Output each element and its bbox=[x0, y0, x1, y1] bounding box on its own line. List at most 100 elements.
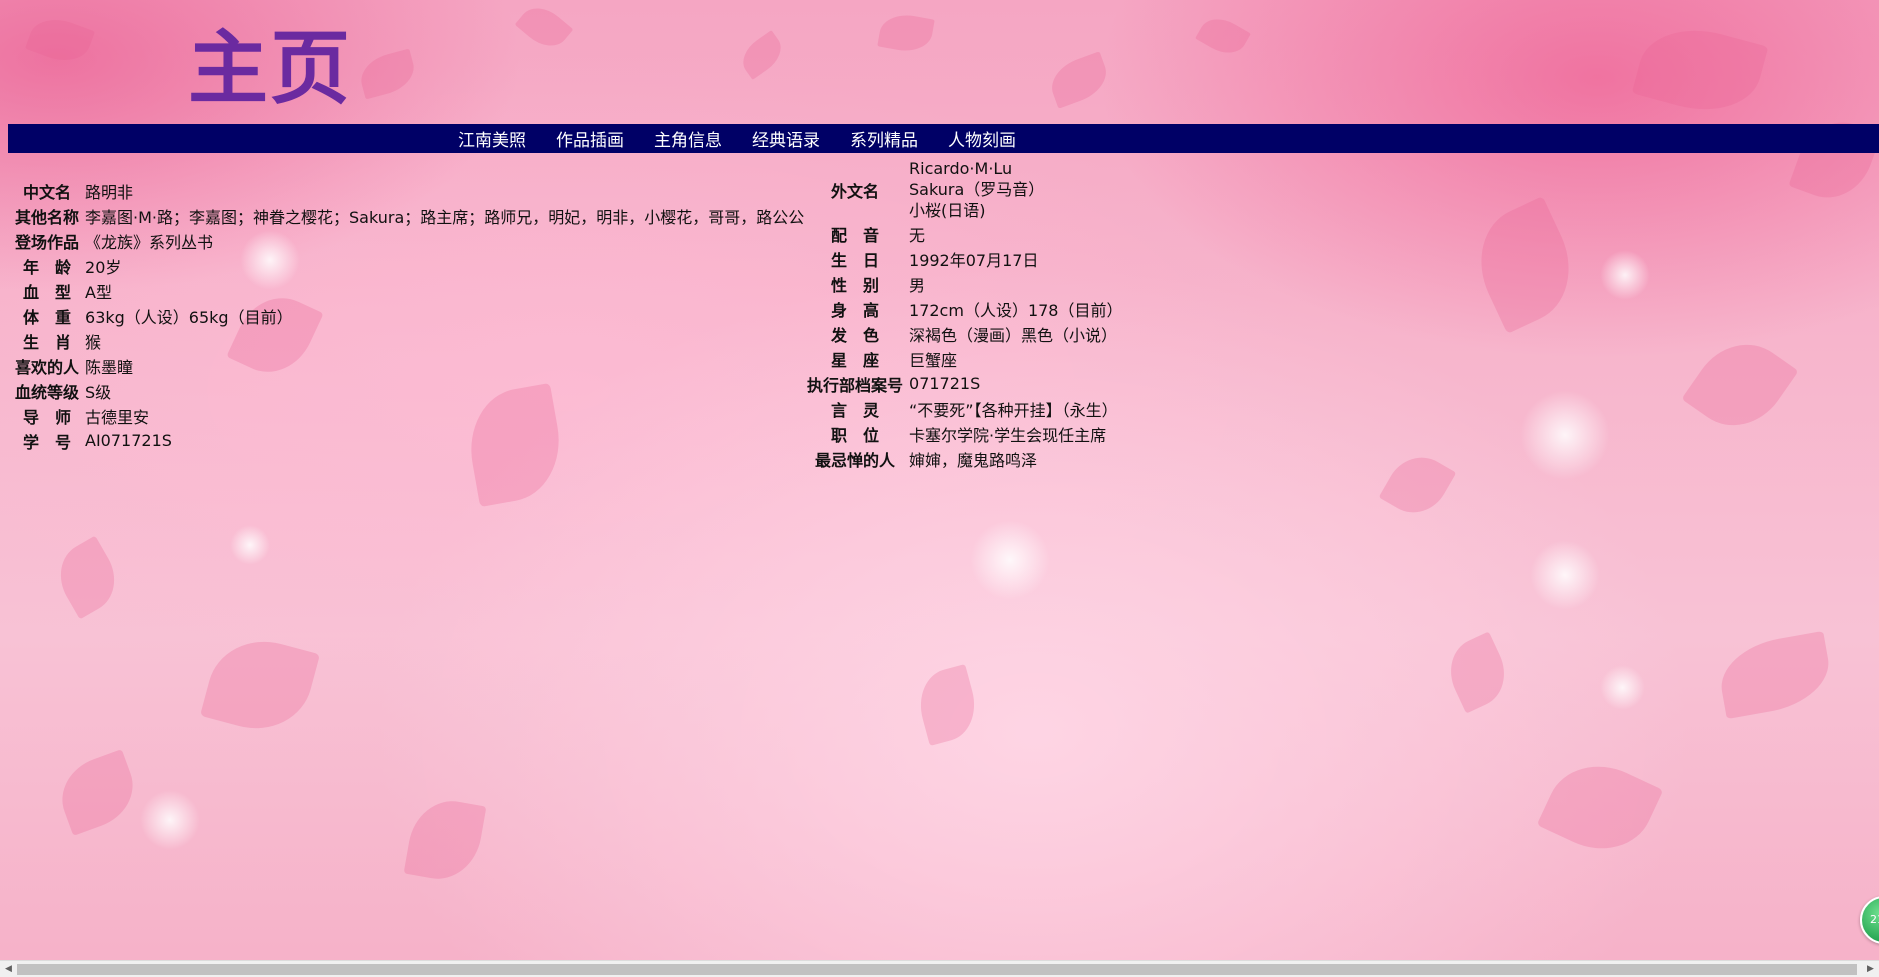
info-key: 生 肖 bbox=[23, 332, 72, 352]
right-info-table: 外文名 Ricardo·M·Lu Sakura（罗马音） 小桜(日语) 配 音 无… bbox=[804, 158, 1125, 471]
info-value: 陈墨瞳 bbox=[85, 357, 134, 377]
info-row: 执行部档案号 071721S bbox=[804, 371, 1125, 396]
floating-badge-button[interactable]: 21 bbox=[1860, 896, 1879, 944]
info-row: 中文名 路明非 bbox=[12, 178, 807, 203]
petal-decoration bbox=[1195, 10, 1251, 62]
petal-decoration bbox=[47, 535, 128, 620]
bokeh-decoration bbox=[1600, 250, 1650, 300]
petal-decoration bbox=[911, 664, 984, 746]
info-row: 发 色 深褐色（漫画）黑色（小说） bbox=[804, 321, 1125, 346]
info-key: 体 重 bbox=[23, 307, 72, 327]
info-value: 李嘉图·M·路；李嘉图；神眷之樱花；Sakura；路主席；路师兄，明妃，明非，小… bbox=[85, 207, 805, 227]
nav-item-series-highlights[interactable]: 系列精品 bbox=[850, 126, 918, 151]
info-value: 071721S bbox=[909, 374, 981, 393]
foreign-name-line: Sakura（罗马音） bbox=[909, 180, 1045, 199]
info-row: 配 音无 bbox=[804, 221, 1125, 246]
petal-decoration bbox=[1681, 325, 1799, 445]
info-key: 血统等级 bbox=[15, 382, 80, 402]
page-title: 主页 bbox=[188, 22, 352, 115]
scrollbar-thumb[interactable] bbox=[17, 964, 1857, 975]
info-key: 执行部档案号 bbox=[807, 375, 904, 395]
info-key: 登场作品 bbox=[15, 232, 80, 252]
info-row: 外文名 Ricardo·M·Lu Sakura（罗马音） 小桜(日语) bbox=[804, 158, 1125, 221]
bokeh-decoration bbox=[1600, 665, 1645, 710]
info-value: 20岁 bbox=[85, 257, 122, 277]
info-key: 外文名 bbox=[831, 181, 880, 201]
info-row: 职 位 卡塞尔学院·学生会现任主席 bbox=[804, 421, 1125, 446]
info-row: 体 重 63kg（人设）65kg（目前） bbox=[12, 303, 807, 328]
horizontal-scrollbar[interactable]: ◀ ▶ bbox=[0, 960, 1879, 977]
nav-item-character-portrayal[interactable]: 人物刻画 bbox=[948, 126, 1016, 151]
nav-item-protagonist-info[interactable]: 主角信息 bbox=[654, 126, 722, 151]
info-row: 其他名称 李嘉图·M·路；李嘉图；神眷之樱花；Sakura；路主席；路师兄，明妃，… bbox=[12, 203, 807, 228]
info-row: 生 肖猴 bbox=[12, 328, 807, 353]
nav-items: 江南美照 作品插画 主角信息 经典语录 系列精品 人物刻画 bbox=[458, 124, 1046, 153]
info-key: 最忌惮的人 bbox=[815, 450, 896, 470]
info-value: 172cm（人设）178（目前） bbox=[909, 300, 1123, 320]
nav-bar: 江南美照 作品插画 主角信息 经典语录 系列精品 人物刻画 bbox=[8, 124, 1879, 153]
info-value: 路明非 bbox=[85, 182, 134, 202]
info-key: 配 音 bbox=[831, 225, 880, 245]
info-row: 最忌惮的人 婶婶，魔鬼路鸣泽 bbox=[804, 446, 1125, 471]
bokeh-decoration bbox=[140, 790, 200, 850]
info-key: 年 龄 bbox=[23, 257, 72, 277]
info-value: AI071721S bbox=[85, 431, 172, 450]
petal-decoration bbox=[735, 30, 789, 80]
info-key: 星 座 bbox=[831, 350, 880, 370]
info-row: 血 型 A型 bbox=[12, 278, 807, 303]
left-info-table: 中文名 路明非 其他名称 李嘉图·M·路；李嘉图；神眷之樱花；Sakura；路主席；… bbox=[12, 178, 807, 453]
info-row: 血统等级 S级 bbox=[12, 378, 807, 403]
floating-badge-text: 21 bbox=[1870, 913, 1879, 926]
petal-decoration bbox=[51, 749, 144, 836]
info-row: 身 高 172cm（人设）178（目前） bbox=[804, 296, 1125, 321]
info-value: 古德里安 bbox=[85, 407, 150, 427]
info-key: 导 师 bbox=[23, 407, 72, 427]
petal-decoration bbox=[24, 10, 96, 70]
petal-decoration bbox=[877, 10, 935, 56]
foreign-name-value: Ricardo·M·Lu Sakura（罗马音） 小桜(日语) bbox=[906, 158, 1125, 221]
info-row: 言 灵 “不要死”【各种开挂】（永生） bbox=[804, 396, 1125, 421]
info-value: 猴 bbox=[85, 332, 102, 352]
info-value: A型 bbox=[85, 282, 112, 302]
info-key: 学 号 bbox=[23, 432, 72, 452]
info-row: 生 日 1992年07月17日 bbox=[804, 246, 1125, 271]
petal-decoration bbox=[1460, 196, 1590, 334]
petal-decoration bbox=[1536, 747, 1664, 868]
foreign-name-line: Ricardo·M·Lu bbox=[909, 159, 1013, 178]
info-value: “不要死”【各种开挂】（永生） bbox=[909, 400, 1118, 420]
info-value: 《龙族》系列丛书 bbox=[85, 232, 214, 252]
info-value: 巨蟹座 bbox=[909, 350, 958, 370]
info-key: 其他名称 bbox=[15, 207, 80, 227]
info-value: 1992年07月17日 bbox=[909, 250, 1039, 270]
info-row: 性 别男 bbox=[804, 271, 1125, 296]
info-value: 婶婶，魔鬼路鸣泽 bbox=[909, 450, 1038, 470]
scroll-left-arrow-icon[interactable]: ◀ bbox=[0, 961, 17, 977]
petal-decoration bbox=[200, 628, 320, 742]
info-key: 职 位 bbox=[831, 425, 880, 445]
foreign-name-line: 小桜(日语) bbox=[909, 201, 986, 220]
bokeh-decoration bbox=[1530, 540, 1600, 610]
petal-decoration bbox=[403, 794, 487, 886]
info-value: 63kg（人设）65kg（目前） bbox=[85, 307, 293, 327]
info-row: 喜欢的人 陈墨瞳 bbox=[12, 353, 807, 378]
scroll-right-arrow-icon[interactable]: ▶ bbox=[1862, 961, 1879, 977]
info-row: 学 号 AI071721S bbox=[12, 428, 807, 453]
petal-decoration bbox=[1044, 51, 1114, 109]
info-value: 深褐色（漫画）黑色（小说） bbox=[909, 325, 1118, 345]
info-value: 无 bbox=[909, 225, 926, 245]
info-value: 男 bbox=[909, 275, 926, 295]
petal-decoration bbox=[1438, 631, 1517, 714]
petal-decoration bbox=[514, 0, 574, 56]
info-key: 发 色 bbox=[831, 325, 880, 345]
nav-item-classic-quotes[interactable]: 经典语录 bbox=[752, 126, 820, 151]
info-row: 登场作品 《龙族》系列丛书 bbox=[12, 228, 807, 253]
info-row: 星 座 巨蟹座 bbox=[804, 346, 1125, 371]
petal-decoration bbox=[1714, 630, 1836, 720]
petal-decoration bbox=[1378, 445, 1457, 525]
page-background: 主页 江南美照 作品插画 主角信息 经典语录 系列精品 人物刻画 中文名 路明非 … bbox=[0, 0, 1879, 977]
info-key: 身 高 bbox=[831, 300, 880, 320]
petal-decoration bbox=[356, 48, 419, 100]
nav-item-illustrations[interactable]: 作品插画 bbox=[556, 126, 624, 151]
nav-item-jiangnan-photos[interactable]: 江南美照 bbox=[458, 126, 526, 151]
info-value: S级 bbox=[85, 382, 112, 402]
